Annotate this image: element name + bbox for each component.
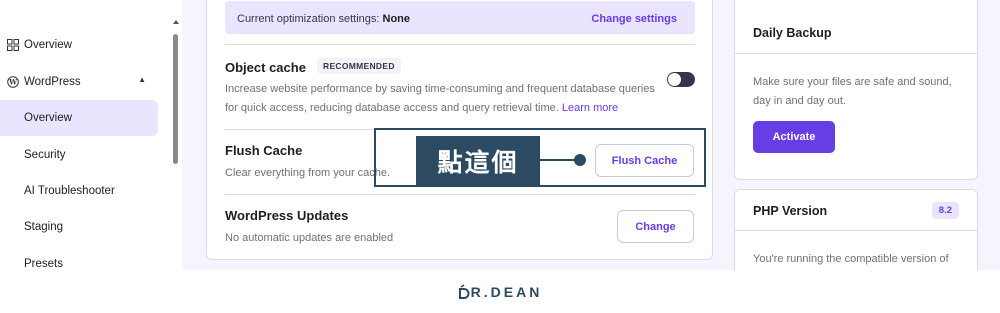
grid-icon <box>6 38 20 52</box>
wordpress-updates-title: WordPress Updates <box>225 208 349 223</box>
flush-cache-title: Flush Cache <box>225 143 303 158</box>
daily-backup-card: Daily Backup Make sure your files are sa… <box>734 0 978 180</box>
scroll-thumb[interactable] <box>173 34 178 164</box>
sidebar-item-label: WordPress <box>24 76 81 88</box>
sidebar-item-label: Overview <box>24 39 72 51</box>
change-updates-button[interactable]: Change <box>617 210 694 243</box>
scroll-up-arrow-icon[interactable] <box>173 20 179 24</box>
sidebar: Overview W WordPress ▲ Overview Security… <box>0 0 182 270</box>
divider <box>225 194 695 195</box>
activate-button[interactable]: Activate <box>753 121 835 153</box>
php-version-card: PHP Version 8.2 You're running the compa… <box>734 189 978 270</box>
watermark-logo: R.DEAN <box>0 270 1000 313</box>
sidebar-item-presets[interactable]: Presets <box>0 246 158 270</box>
svg-text:W: W <box>8 78 17 87</box>
toggle-knob <box>668 73 681 86</box>
php-version-title: PHP Version <box>753 204 828 218</box>
optimization-value: None <box>382 13 411 25</box>
php-version-description: You're running the compatible version of <box>753 253 949 265</box>
recommended-badge: RECOMMENDED <box>317 58 401 74</box>
object-cache-desc-line1: Increase website performance by saving t… <box>225 83 655 95</box>
php-version-badge: 8.2 <box>931 202 959 219</box>
watermark-text: R.DEAN <box>458 284 543 300</box>
chevron-up-icon: ▲ <box>138 75 146 84</box>
daily-backup-description: Make sure your files are safe and sound,… <box>753 76 952 107</box>
daily-backup-title: Daily Backup <box>753 26 832 40</box>
sidebar-item-staging[interactable]: Staging <box>0 209 158 245</box>
divider <box>735 53 977 54</box>
optimization-banner: Current optimization settings: None Chan… <box>225 1 695 34</box>
divider <box>735 230 977 231</box>
optimization-prefix: Current optimization settings: <box>237 13 383 25</box>
object-cache-description: Increase website performance by saving t… <box>225 80 655 118</box>
object-cache-title: Object cache <box>225 60 306 75</box>
sidebar-item-label: Overview <box>24 112 72 124</box>
sidebar-item-security[interactable]: Security <box>0 137 158 173</box>
hosting-panel: Overview W WordPress ▲ Overview Security… <box>0 0 1000 270</box>
optimization-status: Current optimization settings: None <box>237 13 410 25</box>
callout-label: 點這個 <box>416 136 540 186</box>
sidebar-item-label: Security <box>24 149 66 161</box>
sidebar-item-wp-overview[interactable]: Overview <box>0 100 158 136</box>
flush-cache-description: Clear everything from your cache. <box>225 167 391 179</box>
object-cache-toggle[interactable] <box>667 72 695 87</box>
learn-more-link[interactable]: Learn more <box>562 102 618 114</box>
wordpress-updates-description: No automatic updates are enabled <box>225 232 394 244</box>
sidebar-item-label: Staging <box>24 221 64 233</box>
sidebar-item-label: Presets <box>24 258 63 270</box>
object-cache-desc-line2: for quick access, reducing database acce… <box>225 102 562 114</box>
sidebar-item-overview[interactable]: Overview <box>0 27 158 63</box>
divider <box>225 44 695 45</box>
sidebar-item-label: AI Troubleshooter <box>24 185 115 197</box>
sidebar-scrollbar[interactable] <box>170 0 182 270</box>
sidebar-item-wordpress[interactable]: W WordPress ▲ <box>0 64 158 100</box>
wordpress-icon: W <box>6 75 20 89</box>
change-settings-link[interactable]: Change settings <box>591 13 677 25</box>
watermark-d-mark <box>458 283 470 299</box>
callout-dot <box>574 154 586 166</box>
watermark-label: R.DEAN <box>470 283 543 300</box>
sidebar-item-ai-troubleshooter[interactable]: AI Troubleshooter <box>0 173 158 209</box>
